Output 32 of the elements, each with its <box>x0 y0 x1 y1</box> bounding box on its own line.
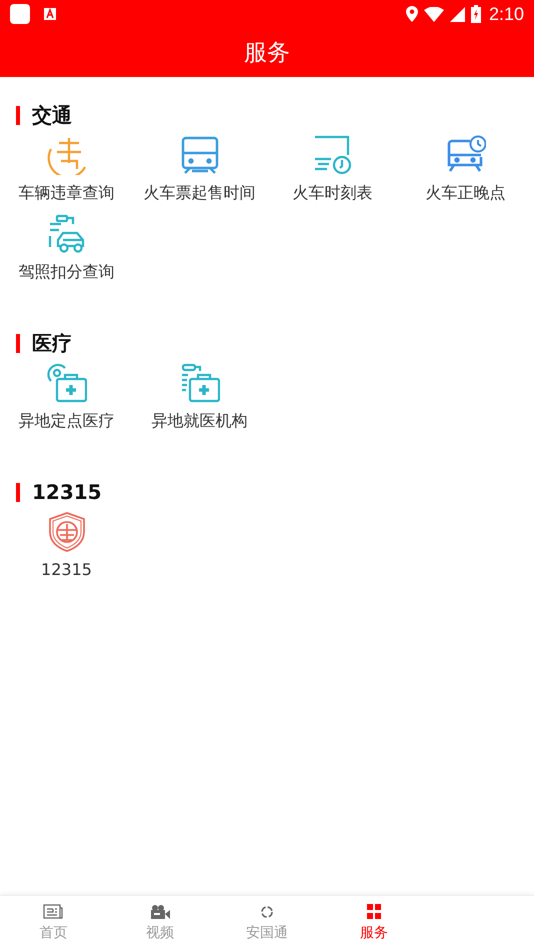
location-icon <box>406 6 418 22</box>
section-title: 12315 <box>32 480 102 504</box>
section-marker <box>16 106 20 124</box>
service-label[interactable]: 12315 <box>41 560 92 579</box>
section-marker <box>16 334 20 352</box>
page-title: 服务 <box>244 39 290 68</box>
letter-icon <box>44 8 56 20</box>
service-label[interactable]: 车辆违章查询 <box>18 183 114 204</box>
nav-tab[interactable]: 服务 <box>320 896 428 950</box>
video-camera-icon <box>150 904 170 920</box>
train-icon <box>180 135 220 175</box>
wifi-icon <box>424 6 444 22</box>
medical-kit-pin-icon <box>46 363 86 403</box>
service-label[interactable]: 火车票起售时间 <box>144 183 256 204</box>
status-time: 2:10 <box>488 4 524 24</box>
violation-icon <box>46 135 86 175</box>
app-icon <box>10 4 30 24</box>
newspaper-icon <box>43 904 64 920</box>
section-title: 交通 <box>32 102 72 128</box>
timetable-clock-icon <box>312 135 352 175</box>
service-label[interactable]: 火车正晚点 <box>426 183 506 204</box>
medical-kit-list-icon <box>180 363 220 403</box>
service-label[interactable]: 火车时刻表 <box>292 183 372 204</box>
shield-badge-icon <box>46 512 86 552</box>
service-label[interactable]: 异地就医机构 <box>152 411 248 432</box>
service-label[interactable]: 异地定点医疗 <box>18 411 114 432</box>
section-marker <box>16 482 20 502</box>
section-title: 医疗 <box>32 330 72 356</box>
signal-icon <box>450 6 465 22</box>
car-license-icon <box>46 214 86 254</box>
service-label[interactable]: 驾照扣分查询 <box>18 262 114 283</box>
battery-icon <box>470 5 481 23</box>
